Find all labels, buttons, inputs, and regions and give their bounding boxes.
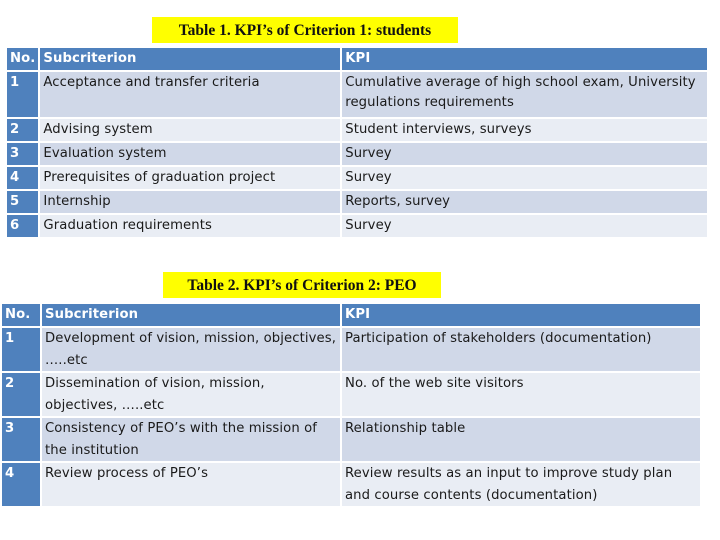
row-subcriterion: Development of vision, mission, objectiv…: [42, 328, 342, 373]
row-kpi: Reports, survey: [342, 191, 707, 215]
header-kpi: KPI: [342, 304, 700, 328]
table1-header-row: No. Subcriterion KPI: [7, 48, 707, 72]
row-subcriterion: Evaluation system: [40, 143, 343, 167]
row-number: 5: [7, 191, 41, 215]
row-kpi: Survey: [342, 143, 707, 167]
row-kpi: Cumulative average of high school exam, …: [342, 72, 707, 119]
header-subcriterion: Subcriterion: [42, 304, 342, 328]
row-kpi: Review results as an input to improve st…: [342, 463, 700, 508]
table-row: 1 Acceptance and transfer criteria Cumul…: [7, 72, 707, 119]
row-number: 6: [7, 215, 41, 239]
row-number: 1: [7, 72, 41, 119]
table-row: 2 Advising system Student interviews, su…: [7, 119, 707, 143]
row-kpi: Student interviews, surveys: [342, 119, 707, 143]
row-subcriterion: Review process of PEO’s: [42, 463, 342, 508]
row-number: 4: [2, 463, 42, 508]
table-row: 3 Evaluation system Survey: [7, 143, 707, 167]
row-subcriterion: Advising system: [40, 119, 343, 143]
row-kpi: No. of the web site visitors: [342, 373, 700, 418]
header-subcriterion: Subcriterion: [40, 48, 343, 72]
row-subcriterion: Dissemination of vision, mission, object…: [42, 373, 342, 418]
table-row: 3 Consistency of PEO’s with the mission …: [2, 418, 700, 463]
table-row: 2 Dissemination of vision, mission, obje…: [2, 373, 700, 418]
row-number: 1: [2, 328, 42, 373]
table-row: 5 Internship Reports, survey: [7, 191, 707, 215]
header-no: No.: [7, 48, 41, 72]
row-number: 3: [2, 418, 42, 463]
row-kpi: Survey: [342, 215, 707, 239]
table-row: 1 Development of vision, mission, object…: [2, 328, 700, 373]
table2-caption: Table 2. KPI’s of Criterion 2: PEO: [163, 272, 441, 298]
row-kpi: Survey: [342, 167, 707, 191]
row-number: 2: [7, 119, 41, 143]
row-kpi: Participation of stakeholders (documenta…: [342, 328, 700, 373]
row-number: 4: [7, 167, 41, 191]
row-subcriterion: Prerequisites of graduation project: [40, 167, 343, 191]
row-kpi: Relationship table: [342, 418, 700, 463]
table2-header-row: No. Subcriterion KPI: [2, 304, 700, 328]
row-subcriterion: Graduation requirements: [40, 215, 343, 239]
row-number: 3: [7, 143, 41, 167]
table-row: 4 Review process of PEO’s Review results…: [2, 463, 700, 508]
table1-caption: Table 1. KPI’s of Criterion 1: students: [152, 17, 458, 43]
table-row: 6 Graduation requirements Survey: [7, 215, 707, 239]
row-subcriterion: Acceptance and transfer criteria: [40, 72, 343, 119]
header-no: No.: [2, 304, 42, 328]
row-number: 2: [2, 373, 42, 418]
table-row: 4 Prerequisites of graduation project Su…: [7, 167, 707, 191]
table1-kpi-criterion1: No. Subcriterion KPI 1 Acceptance and tr…: [7, 48, 707, 239]
row-subcriterion: Internship: [40, 191, 343, 215]
table2-kpi-criterion2: No. Subcriterion KPI 1 Development of vi…: [2, 304, 700, 508]
row-subcriterion: Consistency of PEO’s with the mission of…: [42, 418, 342, 463]
header-kpi: KPI: [342, 48, 707, 72]
